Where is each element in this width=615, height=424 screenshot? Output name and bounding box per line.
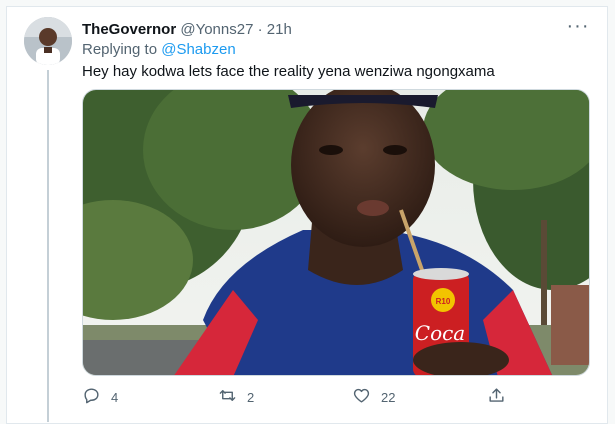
can-price-badge: R10 <box>436 297 451 306</box>
avatar[interactable] <box>24 17 72 65</box>
retweet-icon <box>218 386 237 408</box>
retweet-count: 2 <box>247 389 255 405</box>
tweet-header: TheGovernor @Yonns27 · 21h <box>82 20 292 39</box>
more-options-icon[interactable]: ··· <box>565 16 591 38</box>
like-count: 22 <box>381 389 396 405</box>
replying-to-label: Replying to <box>82 41 158 58</box>
can-brand-label: Coca <box>415 321 465 345</box>
replying-to-line: Replying to @Shabzen <box>82 40 236 59</box>
user-handle[interactable]: @Yonns27 <box>180 21 253 38</box>
tweet-text: Hey hay kodwa lets face the reality yena… <box>82 63 495 80</box>
thread-line <box>47 70 49 422</box>
share-icon <box>487 386 506 408</box>
like-action[interactable]: 22 <box>352 386 395 408</box>
separator-dot: · <box>257 21 263 38</box>
display-name[interactable]: TheGovernor <box>82 21 176 38</box>
tweet-actions: 4 2 22 <box>82 386 512 408</box>
reply-icon <box>82 386 101 408</box>
reply-action[interactable]: 4 <box>82 386 118 408</box>
reply-count: 4 <box>111 389 119 405</box>
share-action[interactable] <box>487 386 506 408</box>
retweet-action[interactable]: 2 <box>218 386 254 408</box>
like-icon <box>352 386 371 408</box>
replying-to-mention[interactable]: @Shabzen <box>161 41 235 58</box>
timestamp[interactable]: 21h <box>267 21 292 38</box>
tweet-photo[interactable]: R10 Coca <box>82 89 590 376</box>
